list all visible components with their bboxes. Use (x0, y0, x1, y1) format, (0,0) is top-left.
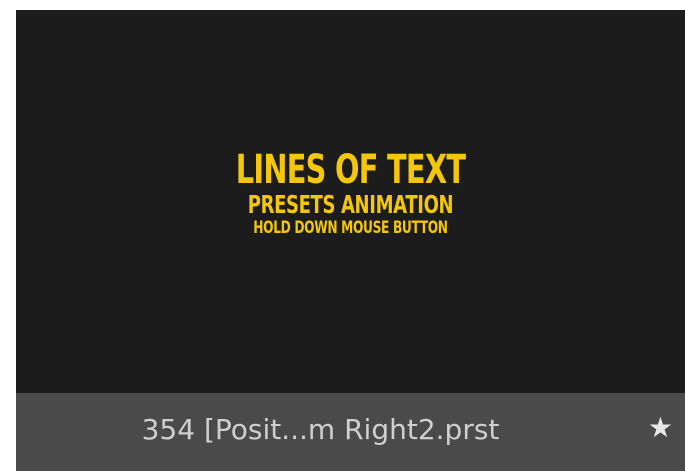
preview-text-block: LINES OF TEXT PRESETS ANIMATION HOLD DOW… (16, 150, 685, 237)
preview-line-2: PRESETS ANIMATION (247, 190, 454, 219)
preview-line-3: HOLD DOWN MOUSE BUTTON (253, 218, 448, 238)
preset-caption-bar: 354 [Posit...m Right2.prst ★ (16, 393, 685, 471)
preview-line-1: LINES OF TEXT (235, 147, 466, 193)
preset-filename: 354 [Posit...m Right2.prst (141, 413, 500, 446)
preset-preview-thumbnail[interactable]: LINES OF TEXT PRESETS ANIMATION HOLD DOW… (16, 10, 685, 393)
star-icon[interactable]: ★ (648, 411, 673, 444)
preset-tile[interactable]: LINES OF TEXT PRESETS ANIMATION HOLD DOW… (16, 10, 685, 471)
